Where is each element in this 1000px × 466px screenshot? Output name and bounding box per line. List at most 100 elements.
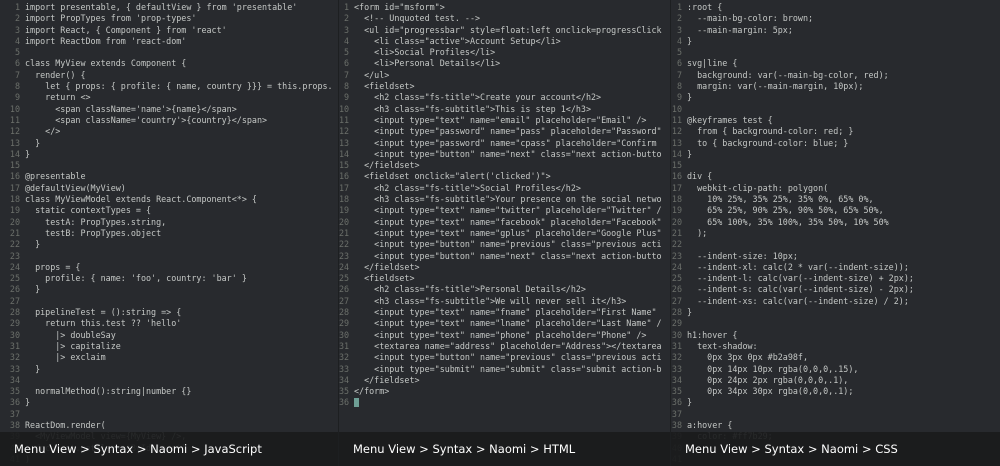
code-line[interactable]: 30 h1:hover {: [671, 330, 1000, 341]
code-line[interactable]: 19 static contextTypes = {: [0, 205, 338, 216]
code-line[interactable]: 28 pipelineTest = ():string => {: [0, 307, 338, 318]
code-line[interactable]: 20 testA: PropTypes.string,: [0, 217, 338, 228]
code-line[interactable]: 24 props = {: [0, 262, 338, 273]
code-line[interactable]: 29 return this.test ?? 'hello': [0, 318, 338, 329]
code-line[interactable]: 25 <fieldset>: [339, 273, 670, 284]
code-line[interactable]: 5: [0, 47, 338, 58]
code-line[interactable]: 22 }: [0, 239, 338, 250]
code-line[interactable]: 36}: [0, 397, 338, 408]
code-line[interactable]: 28 <input type="text" name="fname" place…: [339, 307, 670, 318]
code-line[interactable]: 22 <input type="button" name="previous" …: [339, 239, 670, 250]
code-line[interactable]: 20 65% 100%, 35% 100%, 35% 50%, 10% 50%: [671, 217, 1000, 228]
code-line[interactable]: 22: [671, 239, 1000, 250]
code-line[interactable]: 11 <input type="text" name="email" place…: [339, 115, 670, 126]
code-line[interactable]: 23 <input type="button" name="next" clas…: [339, 251, 670, 262]
code-line[interactable]: 19 65% 25%, 90% 25%, 90% 50%, 65% 50%,: [671, 205, 1000, 216]
code-line[interactable]: 12 from { background-color: red; }: [671, 126, 1000, 137]
code-line[interactable]: 32 <input type="button" name="previous" …: [339, 352, 670, 363]
code-line[interactable]: 32 0px 3px 0px #b2a98f,: [671, 352, 1000, 363]
code-line[interactable]: 2 import PropTypes from 'prop-types': [0, 13, 338, 24]
code-line[interactable]: 3 <ul id="progressbar" style=float:left …: [339, 25, 670, 36]
code-line[interactable]: 34 0px 24px 2px rgba(0,0,0,.1),: [671, 375, 1000, 386]
code-line[interactable]: 37: [0, 409, 338, 420]
code-line[interactable]: 28}: [671, 307, 1000, 318]
code-line[interactable]: 23: [0, 251, 338, 262]
html-editor-pane[interactable]: 1 <form id="msform"> 2 <!-- Unquoted test.…: [339, 0, 670, 466]
code-line[interactable]: 6 svg|line {: [671, 58, 1000, 69]
code-line[interactable]: 17 @defaultView(MyView): [0, 183, 338, 194]
code-line[interactable]: 4 import ReactDom from 'react-dom': [0, 36, 338, 47]
code-line[interactable]: 21 testB: PropTypes.object: [0, 228, 338, 239]
code-line[interactable]: 13 to { background-color: blue; }: [671, 138, 1000, 149]
code-line[interactable]: 21 <input type="text" name="gplus" place…: [339, 228, 670, 239]
code-line[interactable]: 30 <input type="text" name="phone" place…: [339, 330, 670, 341]
code-line[interactable]: 37: [671, 409, 1000, 420]
code-line[interactable]: 14}: [0, 149, 338, 160]
code-line[interactable]: 34 </fieldset>: [339, 375, 670, 386]
code-line[interactable]: 35 0px 34px 30px rgba(0,0,0,.1);: [671, 386, 1000, 397]
code-line[interactable]: 12 </>: [0, 126, 338, 137]
code-line[interactable]: 31 |> capitalize: [0, 341, 338, 352]
code-line[interactable]: 18 <h3 class="fs-subtitle">Your presence…: [339, 194, 670, 205]
code-line[interactable]: 31 text-shadow:: [671, 341, 1000, 352]
code-line[interactable]: 5 <li>Social Profiles</li>: [339, 47, 670, 58]
code-line[interactable]: 7 background: var(--main-bg-color, red);: [671, 70, 1000, 81]
code-line[interactable]: 3 --main-margin: 5px;: [671, 25, 1000, 36]
code-line[interactable]: 10 <span className='name'>{name}</span>: [0, 104, 338, 115]
code-line[interactable]: 8 let { props: { profile: { name, countr…: [0, 81, 338, 92]
code-line[interactable]: 21 );: [671, 228, 1000, 239]
code-line[interactable]: 26 --indent-s: calc(var(--indent-size) -…: [671, 284, 1000, 295]
code-line[interactable]: 35 normalMethod():string|number {}: [0, 386, 338, 397]
code-line[interactable]: 6 <li>Personal Details</li>: [339, 58, 670, 69]
code-line[interactable]: 36: [339, 397, 670, 408]
code-line[interactable]: 1:root {: [671, 2, 1000, 13]
code-line[interactable]: 15: [671, 160, 1000, 171]
code-line[interactable]: 17 webkit-clip-path: polygon(: [671, 183, 1000, 194]
code-line[interactable]: 27: [0, 296, 338, 307]
code-line[interactable]: 35 </form>: [339, 386, 670, 397]
code-line[interactable]: 9 <h2 class="fs-title">Create your accou…: [339, 92, 670, 103]
code-line[interactable]: 3 import React, { Component } from 'react…: [0, 25, 338, 36]
code-line[interactable]: 1 <form id="msform">: [339, 2, 670, 13]
code-line[interactable]: 16 div {: [671, 171, 1000, 182]
code-line[interactable]: 32 |> exclaim: [0, 352, 338, 363]
code-line[interactable]: 15 </fieldset>: [339, 160, 670, 171]
code-line[interactable]: 4 <li class="active">Account Setup</li>: [339, 36, 670, 47]
code-line[interactable]: 24 </fieldset>: [339, 262, 670, 273]
code-line[interactable]: 2 <!-- Unquoted test. -->: [339, 13, 670, 24]
code-line[interactable]: 33 <input type="submit" name="submit" cl…: [339, 364, 670, 375]
code-line[interactable]: 12 <input type="password" name="pass" pl…: [339, 126, 670, 137]
code-line[interactable]: 11 <span className='country'>{country}</…: [0, 115, 338, 126]
code-line[interactable]: 38 a:hover {: [671, 420, 1000, 431]
code-line[interactable]: 25 profile: { name: 'foo', country: 'bar…: [0, 273, 338, 284]
code-line[interactable]: 24 --indent-xl: calc(2 * var(--indent-si…: [671, 262, 1000, 273]
code-line[interactable]: 27 <h3 class="fs-subtitle">We will never…: [339, 296, 670, 307]
code-line[interactable]: 10: [671, 104, 1000, 115]
code-line[interactable]: 18 10% 25%, 35% 25%, 35% 0%, 65% 0%,: [671, 194, 1000, 205]
code-line[interactable]: 13 <input type="password" name="cpass" p…: [339, 138, 670, 149]
code-line[interactable]: 29: [671, 318, 1000, 329]
code-line[interactable]: 6 class MyView extends Component {: [0, 58, 338, 69]
code-line[interactable]: 16 <fieldset onclick="alert('clicked')">: [339, 171, 670, 182]
code-line[interactable]: 11 @keyframes test {: [671, 115, 1000, 126]
code-line[interactable]: 26 <h2 class="fs-title">Personal Details…: [339, 284, 670, 295]
code-line[interactable]: 25 --indent-l: calc(var(--indent-size) +…: [671, 273, 1000, 284]
code-line[interactable]: 33 }: [0, 364, 338, 375]
code-line[interactable]: 33 0px 14px 10px rgba(0,0,0,.15),: [671, 364, 1000, 375]
code-line[interactable]: 31 <textarea name="address" placeholder=…: [339, 341, 670, 352]
code-line[interactable]: 10 <h3 class="fs-subtitle">This is step …: [339, 104, 670, 115]
code-line[interactable]: 34: [0, 375, 338, 386]
code-line[interactable]: 2 --main-bg-color: brown;: [671, 13, 1000, 24]
code-line[interactable]: 29 <input type="text" name="lname" place…: [339, 318, 670, 329]
code-line[interactable]: 9}: [671, 92, 1000, 103]
code-line[interactable]: 20 <input type="text" name="facebook" pl…: [339, 217, 670, 228]
code-line[interactable]: 15: [0, 160, 338, 171]
code-line[interactable]: 17 <h2 class="fs-title">Social Profiles<…: [339, 183, 670, 194]
code-line[interactable]: 23 --indent-size: 10px;: [671, 251, 1000, 262]
code-line[interactable]: 4}: [671, 36, 1000, 47]
code-line[interactable]: 7 render() {: [0, 70, 338, 81]
javascript-editor-pane[interactable]: 1 import presentable, { defaultView } fro…: [0, 0, 338, 466]
code-line[interactable]: 5: [671, 47, 1000, 58]
code-line[interactable]: 30 |> doubleSay: [0, 330, 338, 341]
code-line[interactable]: 19 <input type="text" name="twitter" pla…: [339, 205, 670, 216]
